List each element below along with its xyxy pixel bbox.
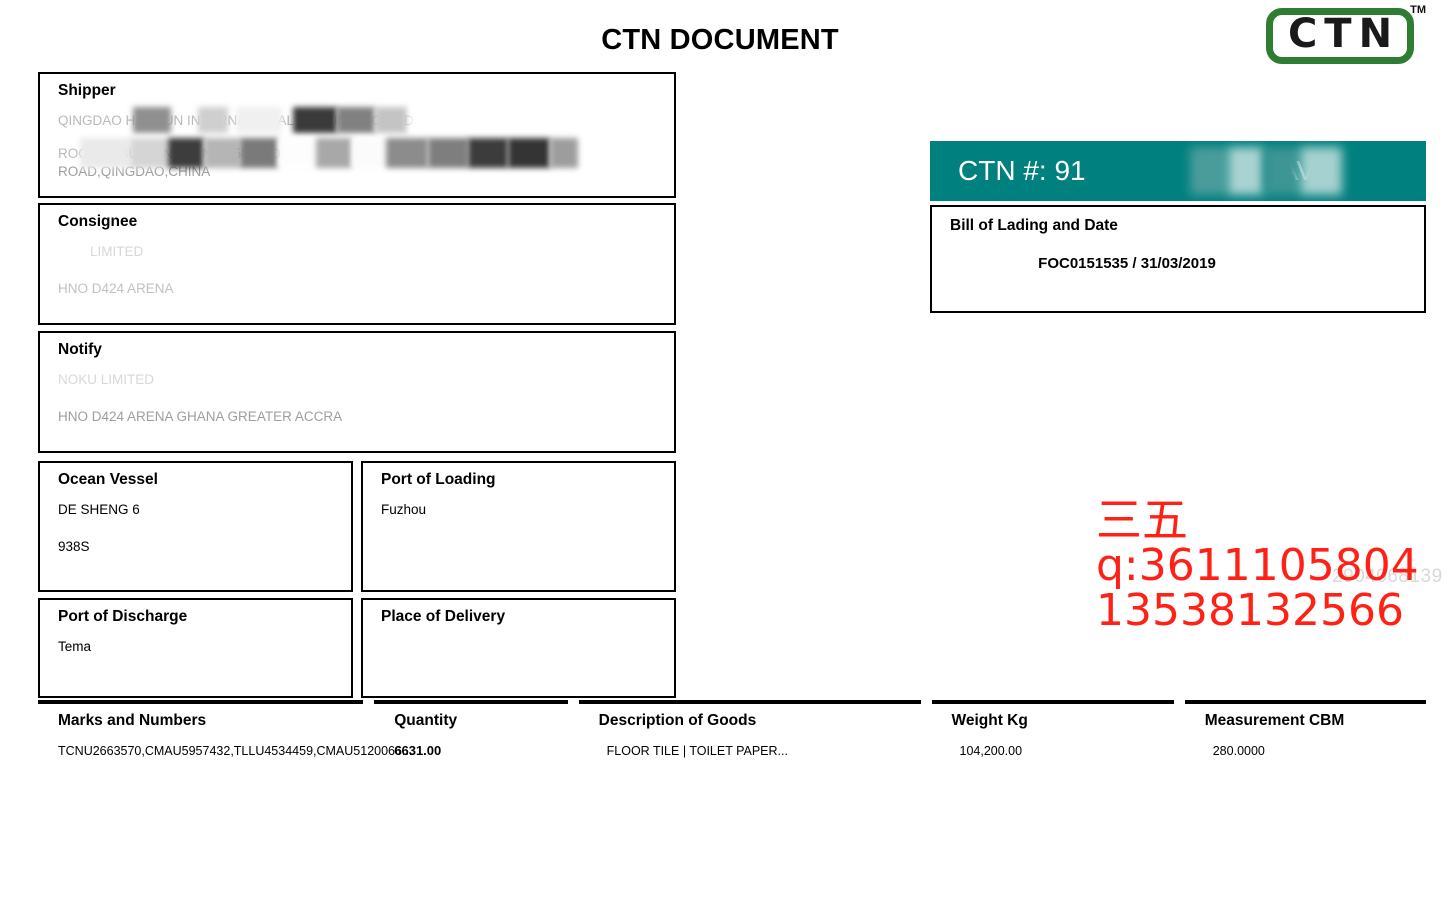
ctn-number-redaction-2 [1190,147,1228,195]
goods-header-marks: Marks and Numbers [58,712,207,729]
column-rule [1184,700,1426,704]
goods-header-measurement: Measurement CBM [1204,712,1345,729]
bill-of-lading-box: Bill of Lading and Date FOC0151535 / 31/… [930,205,1426,313]
notify-box: Notify NOKU LIMITED HNO D424 ARENA GHANA… [38,331,676,453]
ctn-number-redaction [1122,147,1190,195]
goods-column-quantity: Quantity 6631.00 [374,700,568,760]
shipper-line1-text: QINGDAO HANRUN INTERNATIONAL TRADING CO.… [58,113,414,128]
consignee-line2: HNO D424 ARENA [58,281,174,296]
trademark-icon: TM [1410,4,1426,16]
notify-label: Notify [58,341,102,358]
goods-header-weight: Weight Kg [951,712,1028,729]
notify-line2: HNO D424 ARENA GHANA GREATER ACCRA [58,409,343,424]
place-of-delivery-label: Place of Delivery [381,608,506,625]
consignee-box: Consignee LIMITED HNO D424 ARENA [38,203,676,325]
place-of-delivery-box: Place of Delivery [361,598,676,698]
port-of-loading-box: Port of Loading Fuzhou [361,461,676,592]
goods-column-marks: Marks and Numbers TCNU2663570,CMAU595743… [38,700,413,760]
goods-value-description: FLOOR TILE | TOILET PAPER... [606,744,788,758]
goods-header-description: Description of Goods [598,712,757,729]
shipper-label: Shipper [58,82,116,99]
goods-column-description: Description of Goods FLOOR TILE | TOILET… [578,700,921,760]
bill-of-lading-value: FOC0151535 / 31/03/2019 [1038,255,1216,272]
contact-phone-number: 13538132566 [1096,584,1404,636]
ocean-vessel-voyage: 938S [58,539,90,554]
contact-chinese-text: 三五 [1096,493,1188,547]
ctn-logo: CTN TM [1266,4,1426,66]
goods-column-weight: Weight Kg 104,200.00 [931,700,1174,760]
port-of-discharge-label: Port of Discharge [58,608,188,625]
ctn-number-suffix: AVU [1279,155,1336,186]
page-title: CTN DOCUMENT [601,24,839,56]
column-rule [578,700,921,704]
ctn-number-text: CTN #: 91 [958,155,1086,186]
ocean-vessel-box: Ocean Vessel DE SHENG 6 938S [38,461,353,592]
shipper-line2-text: ROOM A, BUILDING 4, NO.150 ZHONG [58,146,302,161]
ctn-number-banner: CTN #: 91 AVU [930,141,1426,201]
contact-overlay: 三五 q:3611105804 13538132566 [1096,497,1419,634]
bill-of-lading-label: Bill of Lading and Date [950,217,1118,234]
column-rule [931,700,1174,704]
ctn-number-redaction-3 [1228,147,1264,195]
shipper-line1: QINGDAO HANRUN INTERNATIONAL TRADING CO.… [58,107,674,133]
goods-value-quantity: 6631.00 [394,743,442,758]
port-of-loading-value: Fuzhou [381,502,427,517]
goods-value-measurement: 280.0000 [1212,744,1265,758]
shipper-line2: ROOM A, BUILDING 4, NO.150 ZHONG [58,138,674,168]
goods-column-measurement: Measurement CBM 280.0000 [1184,700,1426,760]
contact-qq-number: q:3611105804 [1096,539,1419,591]
ocean-vessel-name: DE SHENG 6 [58,502,140,517]
goods-value-marks: TCNU2663570,CMAU5957432,TLLU4534459,CMAU… [58,744,413,758]
port-of-discharge-box: Port of Discharge Tema [38,598,353,698]
logo-text: CTN [1287,11,1400,57]
goods-table: Marks and Numbers TCNU2663570,CMAU595743… [38,700,1426,760]
port-of-loading-label: Port of Loading [381,471,496,488]
consignee-line1: LIMITED [90,244,144,259]
column-rule [38,700,364,704]
notify-line1: NOKU LIMITED [58,372,155,387]
port-of-discharge-value: Tema [58,639,92,654]
consignee-label: Consignee [58,213,138,230]
column-rule [374,700,568,704]
goods-header-quantity: Quantity [394,712,458,729]
goods-value-weight: 104,200.00 [959,744,1023,758]
shipper-box: Shipper QINGDAO HANRUN INTERNATIONAL TRA… [38,72,676,198]
ocean-vessel-label: Ocean Vessel [58,471,158,488]
